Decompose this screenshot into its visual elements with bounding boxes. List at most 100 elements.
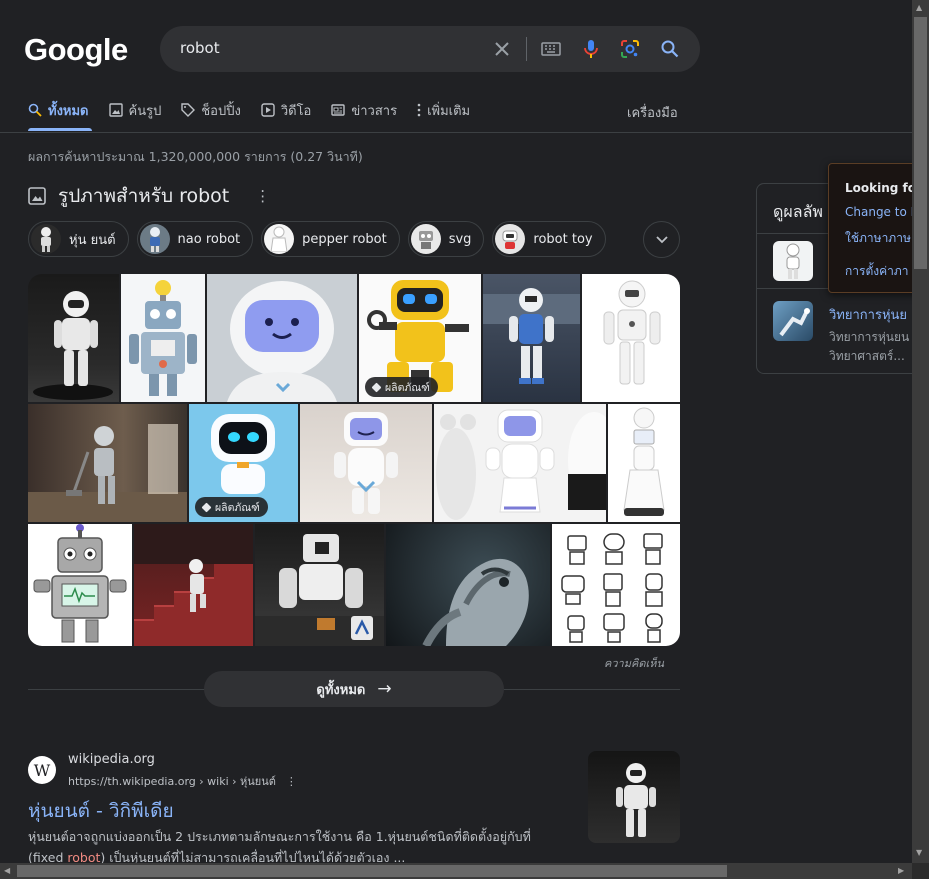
scroll-left-icon[interactable]: ◀ — [4, 866, 10, 875]
horizontal-scroll-thumb[interactable] — [17, 865, 727, 877]
tag-icon — [181, 103, 196, 117]
image-thumbnail[interactable] — [28, 404, 187, 522]
knowledge-panel-heading: ดูผลลัพ — [773, 202, 823, 221]
images-header: รูปภาพสำหรับ robot ⋮ — [28, 181, 270, 211]
robotics-thumbnail[interactable] — [773, 301, 813, 341]
more-vert-icon — [417, 103, 421, 117]
use-language-link[interactable]: ใช้ภาษาภาษ — [845, 229, 911, 248]
search-divider — [526, 37, 527, 61]
result-site-name[interactable]: wikipedia.org — [68, 752, 155, 767]
keyboard-icon[interactable] — [538, 36, 564, 62]
image-thumbnail[interactable] — [386, 524, 550, 646]
image-icon — [28, 187, 46, 205]
tab-label: ข่าวสาร — [351, 103, 398, 119]
image-grid: ผลิตภัณฑ์ ผลิตภัณฑ์ — [28, 274, 680, 646]
google-logo[interactable]: Google — [24, 32, 128, 68]
chip-thumbnail — [495, 224, 526, 254]
tab-label: ช็อปปิ้ง — [201, 103, 241, 119]
image-thumbnail[interactable] — [434, 404, 606, 522]
camera-lens-icon[interactable] — [617, 36, 643, 62]
clear-icon[interactable] — [489, 36, 515, 62]
result-url[interactable]: https://th.wikipedia.org › wiki › หุ่นยน… — [68, 772, 297, 790]
images-title: รูปภาพสำหรับ robot — [58, 185, 230, 207]
image-thumbnail[interactable] — [121, 274, 205, 402]
search-box[interactable]: robot — [160, 26, 700, 72]
image-thumbnail[interactable] — [255, 524, 384, 646]
chip-label: หุ่น ยนต์ — [69, 232, 116, 248]
news-icon — [331, 104, 346, 116]
result-url-text: https://th.wikipedia.org › wiki › หุ่นยน… — [68, 775, 276, 788]
language-settings-link[interactable]: การตั้งค่าภา — [845, 262, 909, 281]
tab-all[interactable]: ทั้งหมด — [28, 98, 89, 122]
image-thumbnail[interactable]: ผลิตภัณฑ์ — [189, 404, 298, 522]
image-thumbnail[interactable] — [483, 274, 580, 402]
image-thumbnail[interactable] — [207, 274, 357, 402]
image-thumbnail[interactable] — [28, 524, 132, 646]
tab-videos[interactable]: วิดีโอ — [261, 98, 312, 122]
chip-hun-yon[interactable]: หุ่น ยนต์ — [28, 221, 129, 257]
search-input[interactable]: robot — [180, 39, 220, 57]
knowledge-panel-desc: วิทยาการหุ่นยน — [829, 330, 910, 344]
search-icon[interactable] — [657, 36, 683, 62]
result-thumbnail[interactable] — [588, 751, 680, 843]
result-stats: ผลการค้นหาประมาณ 1,320,000,000 รายการ (0… — [28, 149, 363, 164]
microphone-icon[interactable] — [578, 36, 604, 62]
scroll-right-icon[interactable]: ▶ — [898, 866, 904, 875]
image-thumbnail[interactable] — [134, 524, 253, 646]
arrow-right-icon: → — [377, 679, 392, 699]
chip-label: nao robot — [177, 231, 241, 247]
product-tag: ผลิตภัณฑ์ — [195, 497, 268, 517]
image-thumbnail[interactable] — [28, 274, 119, 402]
chip-robot-toy[interactable]: robot toy — [492, 221, 606, 257]
chip-thumbnail — [31, 224, 61, 254]
image-thumbnail[interactable] — [300, 404, 432, 522]
image-chips: หุ่น ยนต์ nao robot pepper robot svg rob… — [28, 221, 614, 257]
chip-svg[interactable]: svg — [407, 221, 485, 257]
vertical-scrollbar[interactable]: ▲ ▼ — [912, 0, 929, 863]
scroll-up-icon[interactable]: ▲ — [916, 3, 922, 12]
active-tab-indicator — [28, 128, 92, 131]
vertical-scroll-thumb[interactable] — [914, 17, 927, 269]
search-icon — [28, 103, 42, 117]
tools-button[interactable]: เครื่องมือ — [627, 102, 678, 123]
tab-label: ค้นรูป — [128, 103, 162, 119]
horizontal-scrollbar[interactable]: ◀ ▶ — [0, 863, 912, 879]
chip-thumbnail — [139, 224, 170, 254]
tab-shopping[interactable]: ช็อปปิ้ง — [181, 98, 241, 122]
knowledge-panel-link[interactable]: วิทยาการหุ่นย — [829, 304, 907, 325]
image-thumbnail[interactable] — [582, 274, 680, 402]
chip-pepper-robot[interactable]: pepper robot — [261, 221, 400, 257]
result-snippet: หุ่นยนต์อาจถูกแบ่งออกเป็น 2 ประเภทตามลัก… — [28, 826, 568, 868]
wikipedia-favicon-icon: W — [28, 756, 56, 784]
image-thumbnail[interactable] — [608, 404, 680, 522]
see-all-label: ดูทั้งหมด — [316, 682, 366, 698]
tab-label: ทั้งหมด — [48, 103, 89, 119]
chip-label: svg — [448, 231, 472, 247]
scrollbar-corner — [912, 863, 929, 879]
image-thumbnail[interactable]: ผลิตภัณฑ์ — [359, 274, 481, 402]
result-title-link[interactable]: หุ่นยนต์ - วิกิพีเดีย — [28, 796, 174, 826]
robot-thumbnail[interactable] — [773, 241, 813, 281]
tabs-divider — [0, 132, 912, 133]
language-popup: Looking fo Change to E ใช้ภาษาภาษ การตั้… — [828, 163, 918, 293]
chips-expand-button[interactable] — [643, 221, 680, 258]
tab-news[interactable]: ข่าวสาร — [331, 98, 397, 122]
change-language-link[interactable]: Change to E — [845, 205, 917, 219]
product-tag: ผลิตภัณฑ์ — [365, 377, 438, 397]
scroll-down-icon[interactable]: ▼ — [916, 848, 922, 857]
see-all-images-button[interactable]: ดูทั้งหมด → — [204, 671, 504, 707]
chip-label: robot toy — [533, 231, 593, 247]
more-options-icon[interactable]: ⋮ — [255, 187, 270, 205]
chevron-down-icon — [655, 235, 668, 243]
image-thumbnail[interactable] — [552, 524, 680, 646]
chip-nao-robot[interactable]: nao robot — [136, 221, 254, 257]
tab-more[interactable]: เพิ่มเติม — [417, 98, 470, 122]
feedback-link[interactable]: ความคิดเห็น — [604, 654, 664, 672]
play-icon — [261, 103, 275, 117]
chip-thumbnail — [410, 224, 441, 254]
tab-images[interactable]: ค้นรูป — [108, 98, 162, 122]
tab-label: เพิ่มเติม — [427, 103, 471, 119]
tab-label: วิดีโอ — [280, 103, 312, 119]
popup-title: Looking fo — [845, 181, 917, 195]
more-options-icon[interactable]: ⋮ — [286, 775, 297, 788]
